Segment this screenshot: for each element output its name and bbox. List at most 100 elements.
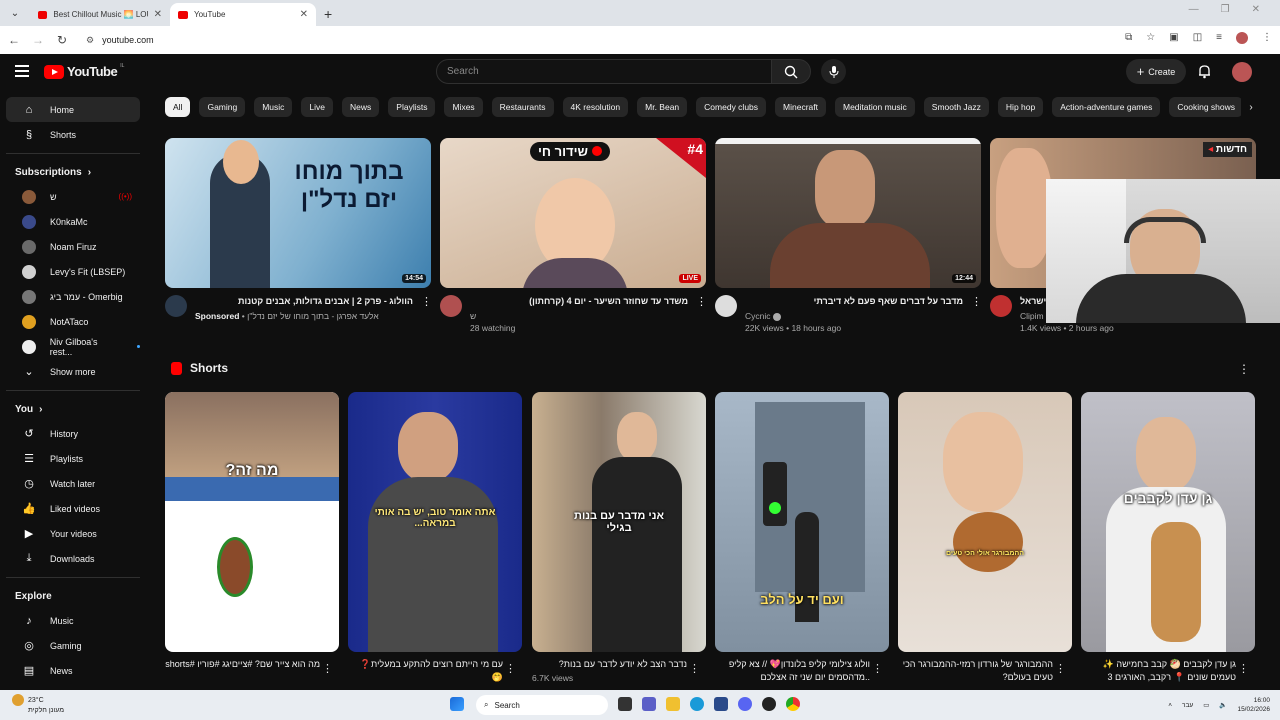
- sidebar-item-shorts[interactable]: § Shorts: [6, 122, 140, 147]
- filter-chip[interactable]: Music: [254, 97, 293, 117]
- edge-icon[interactable]: [690, 697, 704, 711]
- install-icon[interactable]: ⧉: [1125, 32, 1132, 44]
- more-actions-icon[interactable]: ⋮: [689, 662, 700, 675]
- sidebar-item-watch-later[interactable]: ◷ Watch later: [6, 471, 140, 496]
- app-icon[interactable]: [762, 697, 776, 711]
- sidebar-item-music[interactable]: ♪ Music: [6, 608, 140, 633]
- sidebar-item-home[interactable]: ⌂ Home: [6, 97, 140, 122]
- site-info-icon[interactable]: ⚙: [86, 35, 94, 46]
- filter-chip[interactable]: Live: [301, 97, 334, 117]
- subscriptions-header[interactable]: Subscriptions ›: [0, 160, 150, 184]
- bookmark-star-icon[interactable]: ☆: [1146, 32, 1155, 44]
- video-thumbnail[interactable]: בתוך מוחו יזם נדל"ן 14:54: [165, 138, 431, 288]
- search-input[interactable]: Search: [436, 59, 772, 84]
- address-bar[interactable]: ⚙ youtube.com: [82, 29, 1082, 51]
- filter-chip[interactable]: News: [342, 97, 380, 117]
- more-actions-icon[interactable]: ⋮: [971, 295, 982, 333]
- filter-chip[interactable]: Gaming: [199, 97, 246, 117]
- sidebar-item-gaming[interactable]: ◎ Gaming: [6, 633, 140, 658]
- more-actions-icon[interactable]: ⋮: [1238, 362, 1250, 376]
- sidebar-item-subscription[interactable]: Levy's Fit (LBSEP): [6, 259, 140, 284]
- filter-chip[interactable]: Action-adventure games: [1052, 97, 1161, 117]
- volume-icon[interactable]: 🔈: [1219, 701, 1227, 710]
- close-tab-icon[interactable]: ✕: [154, 9, 162, 20]
- channel-name[interactable]: אלעד אפרגן - בתוך מוחו של יזם נדל"ן: [247, 311, 379, 321]
- clock[interactable]: 16:00 15/02/2026: [1237, 696, 1270, 714]
- filter-chip[interactable]: 4K resolution: [562, 97, 629, 117]
- close-window-icon[interactable]: ✕: [1252, 4, 1260, 15]
- channel-name[interactable]: Cycnic: [745, 311, 771, 321]
- media-icon[interactable]: ≡: [1216, 32, 1222, 44]
- short-thumbnail[interactable]: גן עדן לקבבים: [1081, 392, 1255, 652]
- chrome-menu-icon[interactable]: ⋮: [1262, 32, 1272, 44]
- filter-chip[interactable]: Hip hop: [997, 97, 1044, 117]
- sidebar-item-subscription[interactable]: עמר ביג - Omerbig: [6, 284, 140, 309]
- short-card[interactable]: אני מדבר עם בנות בגילי נדבר הצב לא יודע …: [532, 392, 706, 683]
- chevron-right-icon[interactable]: ›: [1241, 97, 1261, 117]
- short-thumbnail[interactable]: ההמבורגר אולי הכי טעים: [898, 392, 1072, 652]
- language-indicator[interactable]: עבר: [1182, 701, 1193, 710]
- taskbar-search[interactable]: ⌕ Search: [476, 695, 608, 715]
- create-button[interactable]: + Create: [1126, 59, 1186, 84]
- video-title[interactable]: הוולוג - פרק 2 | אבנים גדולות, אבנים קטנ…: [195, 295, 413, 307]
- short-title[interactable]: ההמבורגר של גורדון רמזי-ההמבורגר הכי טעי…: [898, 658, 1053, 684]
- extensions-puzzle-icon[interactable]: ◫: [1193, 32, 1202, 44]
- filter-chip[interactable]: Mixes: [444, 97, 483, 117]
- sidebar-item-your-videos[interactable]: ▶ Your videos: [6, 521, 140, 546]
- more-actions-icon[interactable]: ⋮: [322, 662, 333, 675]
- back-icon[interactable]: ←: [2, 33, 26, 47]
- filter-chip[interactable]: Mr. Bean: [637, 97, 688, 117]
- store-icon[interactable]: [714, 697, 728, 711]
- browser-tab-active[interactable]: YouTube ✕: [170, 3, 316, 26]
- tray-chevron-icon[interactable]: ˄: [1168, 701, 1172, 710]
- filter-chip[interactable]: Playlists: [388, 97, 436, 117]
- you-header[interactable]: You ›: [0, 397, 150, 421]
- short-title[interactable]: נדבר הצב לא יודע לדבר עם בנות?: [532, 658, 687, 671]
- video-card[interactable]: בתוך מוחו יזם נדל"ן 14:54 הוולוג - פרק 2…: [165, 138, 432, 321]
- voice-search-button[interactable]: [821, 59, 846, 84]
- reload-icon[interactable]: ↻: [50, 33, 74, 47]
- browser-tab[interactable]: Best Chillout Music 🌅 LOUNGE ✕: [30, 3, 170, 26]
- video-thumbnail[interactable]: 12:44: [715, 138, 981, 288]
- teams-icon[interactable]: [642, 697, 656, 711]
- sidebar-item-liked-videos[interactable]: 👍 Liked videos: [6, 496, 140, 521]
- new-tab-button[interactable]: +: [324, 6, 332, 22]
- sidebar-item-subscription[interactable]: ש ((•)): [6, 184, 140, 209]
- short-card[interactable]: אתה אומר טוב, יש בה אותי במראה... עם מי …: [348, 392, 522, 684]
- more-actions-icon[interactable]: ⋮: [872, 662, 883, 675]
- sidebar-item-downloads[interactable]: ⤓ Downloads: [6, 546, 140, 571]
- filter-chip[interactable]: Cooking shows: [1169, 97, 1244, 117]
- channel-avatar[interactable]: [440, 295, 462, 317]
- forward-icon[interactable]: →: [26, 33, 50, 47]
- channel-avatar[interactable]: [990, 295, 1012, 317]
- short-card[interactable]: ועם יד על הלב וולוג צילומי קליפ בלונדון💖…: [715, 392, 889, 684]
- discord-icon[interactable]: [738, 697, 752, 711]
- short-thumbnail[interactable]: ועם יד על הלב: [715, 392, 889, 652]
- filter-chip[interactable]: Comedy clubs: [696, 97, 767, 117]
- short-title[interactable]: וולוג צילומי קליפ בלונדון💖 // צא קליפ ..…: [715, 658, 870, 684]
- channel-avatar[interactable]: [165, 295, 187, 317]
- sidebar-item-subscription[interactable]: K0nkaMc: [6, 209, 140, 234]
- maximize-icon[interactable]: ❐: [1221, 4, 1230, 15]
- tab-search-button[interactable]: ⌄: [4, 2, 26, 24]
- sidebar-item-subscription[interactable]: Noam Firuz: [6, 234, 140, 259]
- channel-avatar[interactable]: [715, 295, 737, 317]
- more-actions-icon[interactable]: ⋮: [505, 662, 516, 675]
- minimize-icon[interactable]: —: [1189, 4, 1199, 15]
- sidebar-item-news[interactable]: ▤ News: [6, 658, 140, 683]
- account-avatar[interactable]: [1232, 62, 1252, 82]
- profile-icon[interactable]: [1236, 32, 1248, 44]
- windows-start-icon[interactable]: [450, 697, 464, 711]
- short-card[interactable]: גן עדן לקבבים גן עדן לקבבים 🥙 קבב בחמישה…: [1081, 392, 1255, 684]
- more-actions-icon[interactable]: ⋮: [421, 295, 432, 321]
- filter-chip[interactable]: Minecraft: [775, 97, 826, 117]
- video-card[interactable]: 12:44 מדבר על דברים שאף פעם לא דיברתי Cy…: [715, 138, 982, 333]
- short-title[interactable]: גן עדן לקבבים 🥙 קבב בחמישה ✨ טעמים שונים…: [1081, 658, 1236, 684]
- video-title[interactable]: משדר עד שחוזר השיער - יום 4 (קרחתון): [470, 295, 688, 307]
- sidebar-item-subscription[interactable]: Niv Gilboa's rest...: [6, 334, 140, 359]
- short-title[interactable]: מה הוא צייר שם? #צייםיגג #פוריו #shorts: [165, 658, 320, 671]
- filter-chip[interactable]: Restaurants: [491, 97, 554, 117]
- weather-widget[interactable]: 23°C מעונן חלקית: [12, 694, 64, 715]
- filter-chip[interactable]: All: [165, 97, 191, 117]
- short-thumbnail[interactable]: אני מדבר עם בנות בגילי: [532, 392, 706, 652]
